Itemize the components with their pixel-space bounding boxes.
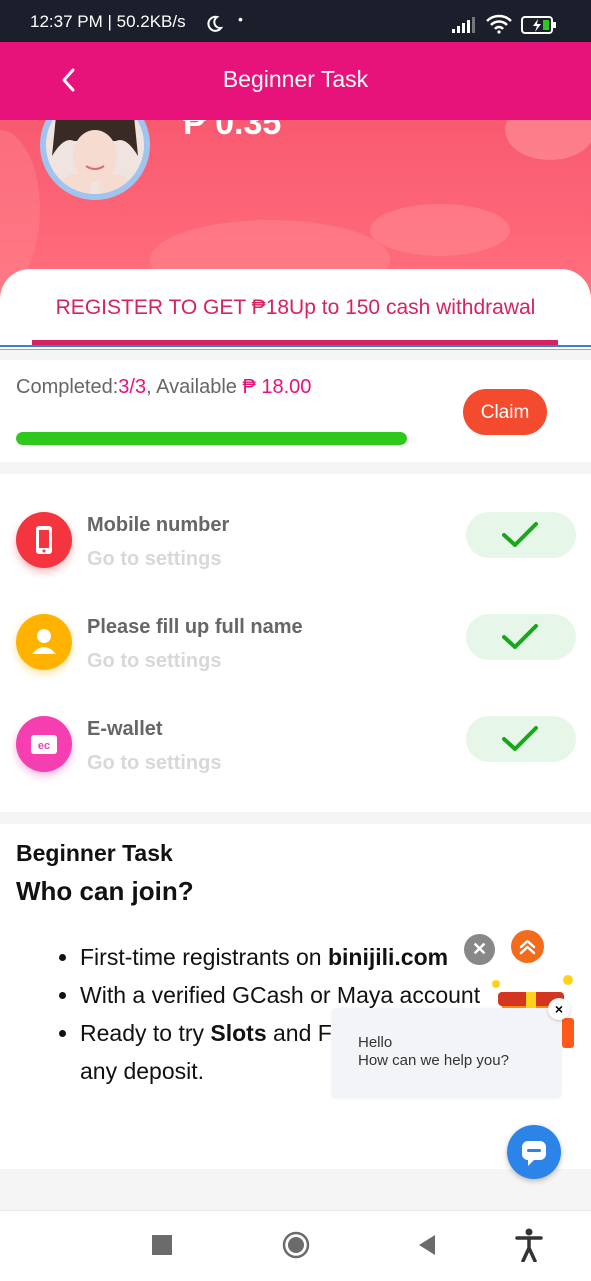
task-subtitle[interactable]: Go to settings [87, 548, 221, 571]
completed-value: 3/3 [118, 376, 147, 398]
recent-apps-button[interactable] [152, 1235, 172, 1260]
check-icon [502, 726, 538, 751]
claim-button[interactable]: Claim [463, 389, 547, 435]
task-list: Mobile number Go to settings Please fill… [0, 474, 591, 812]
wifi-icon [486, 14, 512, 39]
progress-bar [16, 432, 407, 445]
chat-popup-close-button[interactable]: × [548, 998, 570, 1020]
battery-charging-icon [521, 16, 557, 39]
chat-bubble-icon [522, 1141, 546, 1166]
phone-icon [16, 512, 72, 568]
notification-dot: • [238, 11, 243, 27]
scroll-top-button[interactable] [511, 930, 544, 963]
progress-bar-fill [16, 432, 407, 445]
chat-button[interactable] [507, 1125, 561, 1179]
status-time: 12:37 PM | 50.2KB/s [30, 12, 186, 31]
moon-icon [204, 14, 224, 39]
home-button[interactable] [282, 1231, 310, 1264]
task-name: E-wallet [87, 718, 163, 740]
task-done-badge [466, 716, 576, 762]
register-tab-card: REGISTER TO GET ₱18Up to 150 cash withdr… [0, 269, 591, 349]
task-item-mobile-number[interactable]: Mobile number Go to settings [0, 474, 591, 574]
page-title: Beginner Task [222, 66, 369, 92]
check-icon [502, 624, 538, 649]
list-item-bold: binijili.com [327, 944, 449, 970]
list-item-text: any deposit. [80, 1058, 205, 1084]
wallet-icon: ec [16, 716, 72, 772]
task-subtitle[interactable]: Go to settings [87, 752, 221, 775]
list-item-text: First-time registrants on [80, 944, 328, 970]
double-chevron-up-icon [519, 939, 536, 955]
home-circle-icon [282, 1231, 310, 1259]
completed-label: Completed: [16, 376, 119, 398]
accessibility-button[interactable] [514, 1228, 544, 1267]
task-item-e-wallet[interactable]: ec E-wallet Go to settings [0, 678, 591, 778]
user-icon [16, 614, 72, 670]
accessibility-icon [515, 1228, 543, 1263]
section-title: Beginner Task [16, 840, 173, 866]
list-item-text: With a verified GCash or Maya account [80, 982, 481, 1008]
chat-greeting-popup[interactable]: Hello How can we help you? × [332, 998, 570, 1097]
task-name: Mobile number [87, 514, 230, 536]
square-icon [152, 1235, 172, 1255]
progress-summary: Completed:3/3, Available ₱ 18.00 [16, 376, 311, 399]
chat-question: How can we help you? [358, 1052, 509, 1069]
system-nav-bar [0, 1210, 591, 1281]
chat-greeting: Hello [358, 1034, 393, 1051]
list-item-text: Ready to try [80, 1020, 211, 1046]
app-header: Beginner Task [0, 42, 591, 120]
balance-amount: ₱ 0.35 [183, 120, 282, 142]
task-item-full-name[interactable]: Please fill up full name Go to settings [0, 576, 591, 676]
list-item-bold: Slots [210, 1020, 267, 1046]
task-done-badge [466, 512, 576, 558]
tab-register-reward[interactable]: REGISTER TO GET ₱18Up to 150 cash withdr… [0, 296, 591, 320]
floating-close-button[interactable]: ✕ [464, 934, 495, 965]
back-nav-button[interactable] [417, 1234, 437, 1261]
available-label: , Available [146, 376, 243, 398]
rules-heading: Who can join? [16, 876, 194, 906]
task-name: Please fill up full name [87, 616, 303, 638]
triangle-back-icon [419, 1235, 435, 1255]
status-bar: 12:37 PM | 50.2KB/s • [0, 0, 591, 42]
available-value: ₱ 18.00 [242, 376, 312, 398]
divider [0, 345, 591, 347]
svg-text:ec: ec [38, 740, 50, 752]
progress-card: Completed:3/3, Available ₱ 18.00 Claim [0, 360, 591, 462]
check-icon [502, 522, 538, 547]
task-done-badge [466, 614, 576, 660]
signal-icon [452, 17, 478, 38]
task-subtitle[interactable]: Go to settings [87, 650, 221, 673]
